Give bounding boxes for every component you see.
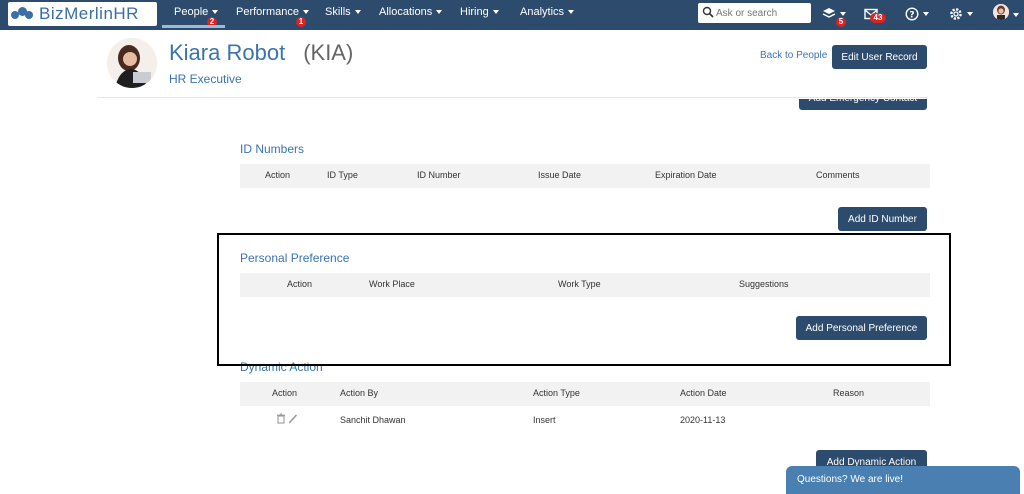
chevron-down-icon — [1013, 13, 1019, 17]
pencil-icon[interactable] — [288, 413, 298, 424]
active-nav-indicator — [162, 25, 225, 28]
learning-badge: 5 — [836, 17, 846, 27]
column-header: Action — [272, 388, 298, 398]
highlight-frame — [217, 233, 951, 366]
search-icon — [702, 6, 714, 18]
column-header: Issue Date — [538, 170, 582, 180]
employee-name: Kiara Robot (KIA) — [169, 40, 353, 66]
nav-analytics-label: Analytics — [520, 6, 565, 18]
chevron-down-icon — [302, 10, 309, 15]
user-avatar[interactable] — [993, 4, 1009, 20]
profile-photo — [107, 38, 157, 88]
column-header: Action By — [340, 388, 379, 398]
back-to-people-link[interactable]: Back to People — [760, 50, 827, 61]
nav-people-label: People — [174, 6, 209, 18]
column-header: Reason — [833, 388, 865, 398]
nav-performance-label: Performance — [236, 6, 299, 18]
column-header: Action Type — [533, 388, 580, 398]
logo-people-icon — [11, 5, 33, 23]
id-numbers-title: ID Numbers — [240, 142, 305, 156]
performance-badge: 1 — [296, 17, 306, 27]
nav-allocations[interactable]: Allocations — [379, 6, 443, 18]
edit-user-record-button[interactable]: Edit User Record — [832, 45, 927, 69]
profile-header: Kiara Robot (KIA) HR Executive Back to Pe… — [97, 30, 927, 98]
help-menu[interactable]: ? — [905, 5, 929, 23]
employee-code: (KIA) — [303, 40, 354, 65]
action-date-cell: 2020-11-13 — [680, 415, 726, 425]
nav-skills-label: Skills — [325, 6, 351, 18]
chevron-down-icon — [436, 10, 443, 15]
chevron-down-icon — [212, 10, 219, 15]
logo-text: BizMerlinHR — [39, 4, 139, 23]
app-logo[interactable]: BizMerlinHR — [8, 2, 157, 26]
messages-badge: 43 — [870, 13, 886, 23]
chevron-down-icon — [923, 12, 929, 16]
employee-role: HR Executive — [169, 72, 242, 86]
layers-icon — [822, 8, 836, 18]
live-chat-widget[interactable]: Questions? We are live! — [786, 466, 1020, 494]
emergency-button-clip: Add Emergency Contact — [799, 99, 927, 110]
nav-hiring-label: Hiring — [460, 6, 489, 18]
gear-icon — [950, 8, 962, 20]
employee-name-text: Kiara Robot — [169, 40, 286, 65]
nav-skills[interactable]: Skills — [325, 6, 361, 18]
nav-analytics[interactable]: Analytics — [520, 6, 575, 18]
avatar-image — [993, 4, 1009, 20]
chevron-down-icon — [967, 12, 973, 16]
column-header: ID Number — [417, 170, 461, 180]
trash-icon[interactable] — [276, 413, 286, 424]
dynamic-action-table-header: Action Action By Action Type Action Date… — [240, 382, 930, 406]
nav-allocations-label: Allocations — [379, 6, 433, 18]
help-icon: ? — [905, 7, 919, 21]
column-header: Comments — [816, 170, 860, 180]
id-numbers-table-header: Action ID Type ID Number Issue Date Expi… — [240, 164, 930, 188]
column-header: ID Type — [327, 170, 358, 180]
chevron-down-icon — [492, 10, 499, 15]
column-header: Expiration Date — [655, 170, 717, 180]
chevron-down-icon — [568, 10, 575, 15]
add-id-number-button[interactable]: Add ID Number — [838, 207, 927, 231]
search-input[interactable] — [716, 5, 808, 21]
global-search[interactable] — [698, 3, 811, 23]
add-emergency-contact-button[interactable]: Add Emergency Contact — [799, 99, 927, 110]
settings-menu[interactable] — [949, 5, 973, 23]
chevron-down-icon — [354, 10, 361, 15]
column-header: Action Date — [680, 388, 727, 398]
action-by-cell: Sanchit Dhawan — [340, 415, 406, 425]
action-type-cell: Insert — [533, 415, 556, 425]
profile-image — [107, 38, 157, 88]
chevron-down-icon — [840, 12, 846, 16]
column-header: Action — [265, 170, 291, 180]
top-navigation-bar: BizMerlinHR People 2 Performance 1 Skill… — [0, 0, 1024, 30]
nav-hiring[interactable]: Hiring — [460, 6, 499, 18]
chat-label: Questions? We are live! — [797, 474, 903, 485]
svg-text:?: ? — [909, 11, 914, 21]
